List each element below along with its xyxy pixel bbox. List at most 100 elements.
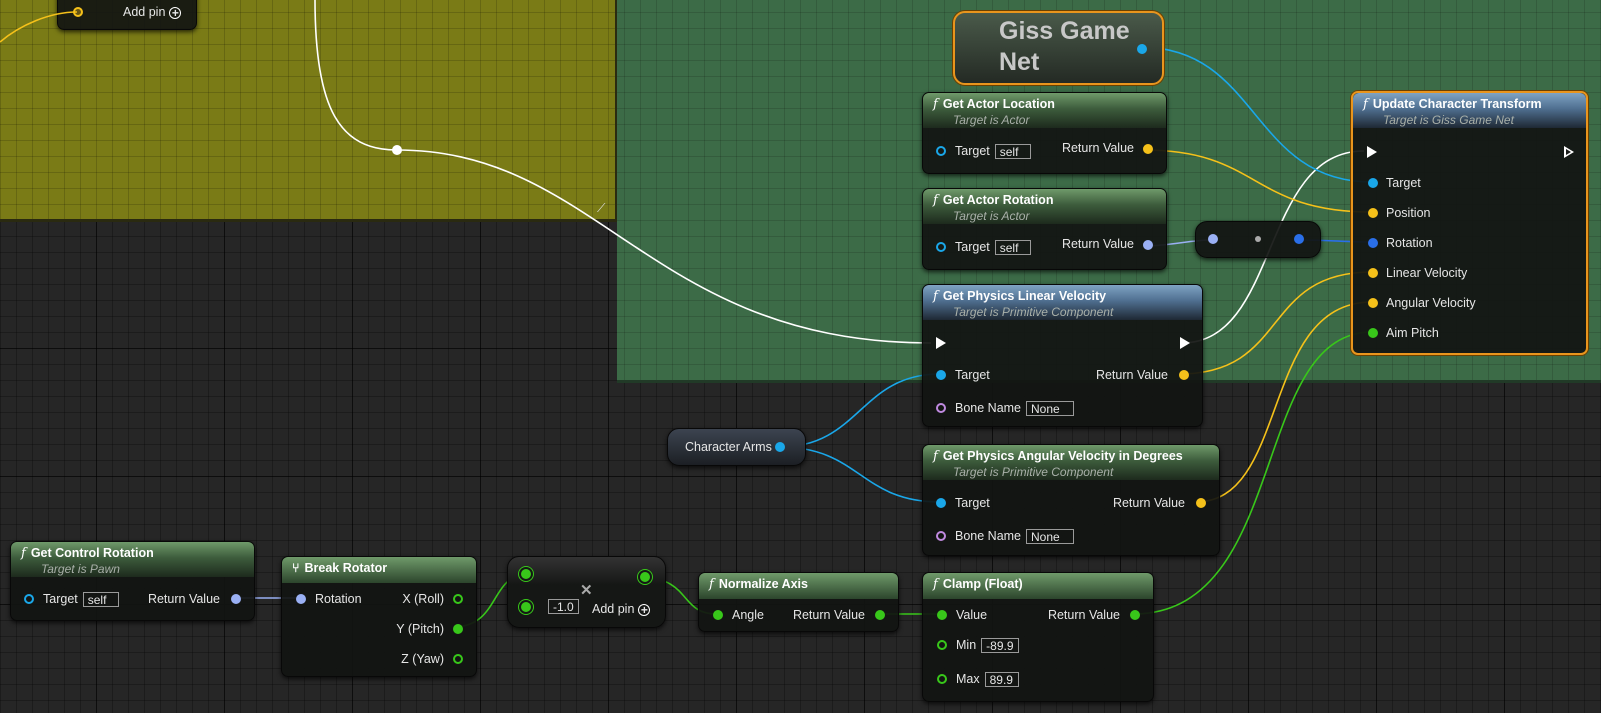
output-pin[interactable]	[1294, 234, 1304, 244]
add-pin-button[interactable]: Add pin +	[592, 601, 651, 617]
multiply-node[interactable]: -1.0 ✕ Add pin +	[507, 556, 666, 628]
pin-label: Z (Yaw)	[401, 652, 444, 666]
angular-velocity-pin[interactable]	[1368, 298, 1378, 308]
get-physics-angular-velocity-node[interactable]: f Get Physics Angular Velocity in Degrees…	[922, 444, 1220, 556]
target-field[interactable]: self	[994, 240, 1031, 256]
target-field[interactable]: self	[82, 592, 119, 608]
add-pin-button[interactable]: Add pin +	[123, 4, 182, 20]
max-pin[interactable]	[937, 674, 947, 684]
get-physics-linear-velocity-node[interactable]: f Get Physics Linear Velocity Target is P…	[922, 284, 1203, 427]
pin-label: Aim Pitch	[1386, 326, 1439, 340]
update-character-transform-node[interactable]: f Update Character Transform Target is Gi…	[1351, 91, 1588, 355]
target-pin[interactable]	[936, 370, 946, 380]
linear-velocity-pin[interactable]	[1368, 268, 1378, 278]
resize-handle-icon[interactable]: ⟋	[597, 201, 611, 215]
aim-pitch-pin[interactable]	[1368, 328, 1378, 338]
z-yaw-pin[interactable]	[453, 654, 463, 664]
giss-game-net-node[interactable]: Giss Game Net	[953, 11, 1164, 85]
function-icon: f	[933, 577, 938, 592]
giss-game-net-label: Giss Game Net	[999, 17, 1130, 76]
return-label: Return Value	[1095, 368, 1168, 382]
return-pin[interactable]	[1143, 144, 1153, 154]
function-icon: f	[21, 546, 26, 561]
exec-in-pin[interactable]	[1367, 146, 1377, 158]
pin-label: X (Roll)	[402, 592, 444, 606]
input-pin-b[interactable]	[521, 602, 531, 612]
target-pin[interactable]	[1368, 178, 1378, 188]
input-pin-a[interactable]	[521, 569, 531, 579]
bone-name-field[interactable]: None	[1026, 401, 1075, 417]
get-actor-rotation-node[interactable]: f Get Actor Rotation Target is Actor Targ…	[922, 188, 1167, 270]
angle-pin[interactable]	[713, 610, 723, 620]
pin-label: Target	[955, 144, 990, 158]
get-actor-location-node[interactable]: f Get Actor Location Target is Actor Targ…	[922, 92, 1167, 174]
output-pin[interactable]	[1137, 44, 1147, 54]
node-subtitle: Target is Actor	[953, 113, 1030, 127]
output-pin[interactable]	[640, 572, 650, 582]
output-pin[interactable]	[775, 442, 785, 452]
node-title: Normalize Axis	[718, 577, 808, 591]
return-pin[interactable]	[1179, 370, 1189, 380]
target-field[interactable]: self	[994, 144, 1031, 160]
min-pin[interactable]	[937, 640, 947, 650]
bone-name-pin[interactable]	[936, 531, 946, 541]
pin-label: Target	[955, 368, 990, 382]
node-header: f Get Control Rotation Target is Pawn	[11, 542, 254, 577]
x-roll-pin[interactable]	[453, 594, 463, 604]
node-title: Get Control Rotation	[30, 546, 154, 560]
target-pin[interactable]	[936, 242, 946, 252]
pin-label: Position	[1386, 206, 1431, 220]
multiplier-field[interactable]: -1.0	[548, 599, 579, 614]
exec-in-pin[interactable]	[936, 337, 946, 349]
target-pin[interactable]	[936, 146, 946, 156]
node-subtitle: Target is Primitive Component	[953, 305, 1114, 319]
pin-label: Min	[956, 638, 977, 652]
node-title: Get Physics Linear Velocity	[942, 289, 1107, 303]
bone-name-pin[interactable]	[936, 403, 946, 413]
target-pin[interactable]	[936, 498, 946, 508]
return-pin[interactable]	[875, 610, 885, 620]
break-icon: ⑂	[292, 561, 300, 575]
input-pin[interactable]	[1208, 234, 1218, 244]
node-title: Update Character Transform	[1372, 97, 1542, 111]
value-pin[interactable]	[937, 610, 947, 620]
pin-label: Bone Name	[955, 529, 1022, 543]
add-pin-label: Add pin	[123, 5, 166, 19]
return-pin[interactable]	[1143, 240, 1153, 250]
max-field[interactable]: 89.9	[984, 672, 1019, 688]
character-arms-node[interactable]: Character Arms	[667, 428, 806, 466]
node-header: f Get Actor Location Target is Actor	[923, 93, 1166, 128]
node-header: f Get Actor Rotation Target is Actor	[923, 189, 1166, 224]
normalize-axis-node[interactable]: f Normalize Axis Angle Return Value	[698, 572, 899, 632]
position-pin[interactable]	[1368, 208, 1378, 218]
y-pitch-pin[interactable]	[453, 624, 463, 634]
comment-box-olive[interactable]: ⟋	[0, 0, 618, 222]
return-pin[interactable]	[231, 594, 241, 604]
rotation-pin[interactable]	[296, 594, 306, 604]
partial-node-top-left[interactable]: Add pin +	[57, 0, 197, 30]
bone-name-field[interactable]: None	[1026, 529, 1075, 545]
rotator-combine-node[interactable]	[1195, 221, 1321, 258]
return-pin[interactable]	[1130, 610, 1140, 620]
plus-icon: +	[169, 6, 182, 19]
return-pin[interactable]	[1196, 498, 1206, 508]
input-pin[interactable]	[73, 7, 83, 17]
return-label: Return Value	[147, 592, 220, 606]
get-control-rotation-node[interactable]: f Get Control Rotation Target is Pawn Tar…	[10, 541, 255, 621]
node-title: Get Physics Angular Velocity in Degrees	[942, 449, 1183, 463]
rotation-pin[interactable]	[1368, 238, 1378, 248]
break-rotator-node[interactable]: ⑂ Break Rotator Rotation X (Roll) Y (Pitc…	[281, 556, 477, 677]
clamp-float-node[interactable]: f Clamp (Float) Value Return Value Min -89…	[922, 572, 1154, 702]
target-pin[interactable]	[24, 594, 34, 604]
node-subtitle: Target is Primitive Component	[953, 465, 1114, 479]
node-header: f Get Physics Angular Velocity in Degrees…	[923, 445, 1219, 480]
min-field[interactable]: -89.9	[981, 638, 1019, 654]
pin-label: Target	[1386, 176, 1421, 190]
exec-out-pin[interactable]	[1180, 337, 1190, 349]
node-title: Get Actor Location	[942, 97, 1055, 111]
add-pin-label: Add pin	[592, 602, 635, 616]
function-icon: f	[933, 289, 938, 304]
pin-label: Angular Velocity	[1386, 296, 1476, 310]
exec-out-pin[interactable]	[1564, 146, 1574, 158]
function-icon: f	[933, 193, 938, 208]
